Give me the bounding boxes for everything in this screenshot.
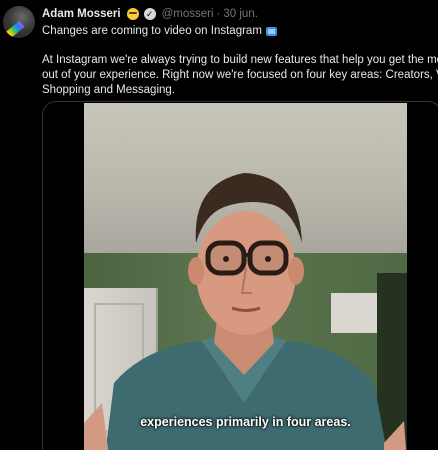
tweet-body: At Instagram we're always trying to buil… xyxy=(42,53,438,98)
video-card[interactable]: experiences primarily in four areas. xyxy=(42,101,438,450)
tweet-date[interactable]: 30 jun. xyxy=(223,8,258,20)
grimacing-face-icon xyxy=(126,8,139,20)
verified-badge-icon: ✓ xyxy=(143,8,156,20)
television-icon xyxy=(265,26,277,36)
avatar[interactable] xyxy=(3,6,35,38)
avatar-rainbow-stripe xyxy=(3,20,25,38)
tweet-body-line: out of your experience. Right now we're … xyxy=(42,69,438,81)
person-ear-left xyxy=(188,257,204,285)
tweet-body-line: Shopping and Messaging. xyxy=(42,84,175,96)
video-caption: experiences primarily in four areas. xyxy=(140,415,351,429)
author-handle[interactable]: @mosseri xyxy=(162,8,214,20)
tweet-title-line: Changes are coming to video on Instagram xyxy=(42,25,277,37)
tweet-header: Adam Mosseri ✓ @mosseri · 30 jun. xyxy=(42,8,258,20)
tweet[interactable]: Adam Mosseri ✓ @mosseri · 30 jun. Change… xyxy=(0,0,438,450)
tweet-title: Changes are coming to video on Instagram xyxy=(42,25,262,37)
tweet-body-line: At Instagram we're always trying to buil… xyxy=(42,54,438,66)
author-name[interactable]: Adam Mosseri xyxy=(42,8,121,20)
person-eye-right xyxy=(265,256,271,262)
person-eye-left xyxy=(223,256,229,262)
video-person xyxy=(84,173,407,450)
header-separator: · xyxy=(216,8,221,20)
person-ear-right xyxy=(288,257,304,285)
video-player[interactable]: experiences primarily in four areas. xyxy=(84,103,407,450)
